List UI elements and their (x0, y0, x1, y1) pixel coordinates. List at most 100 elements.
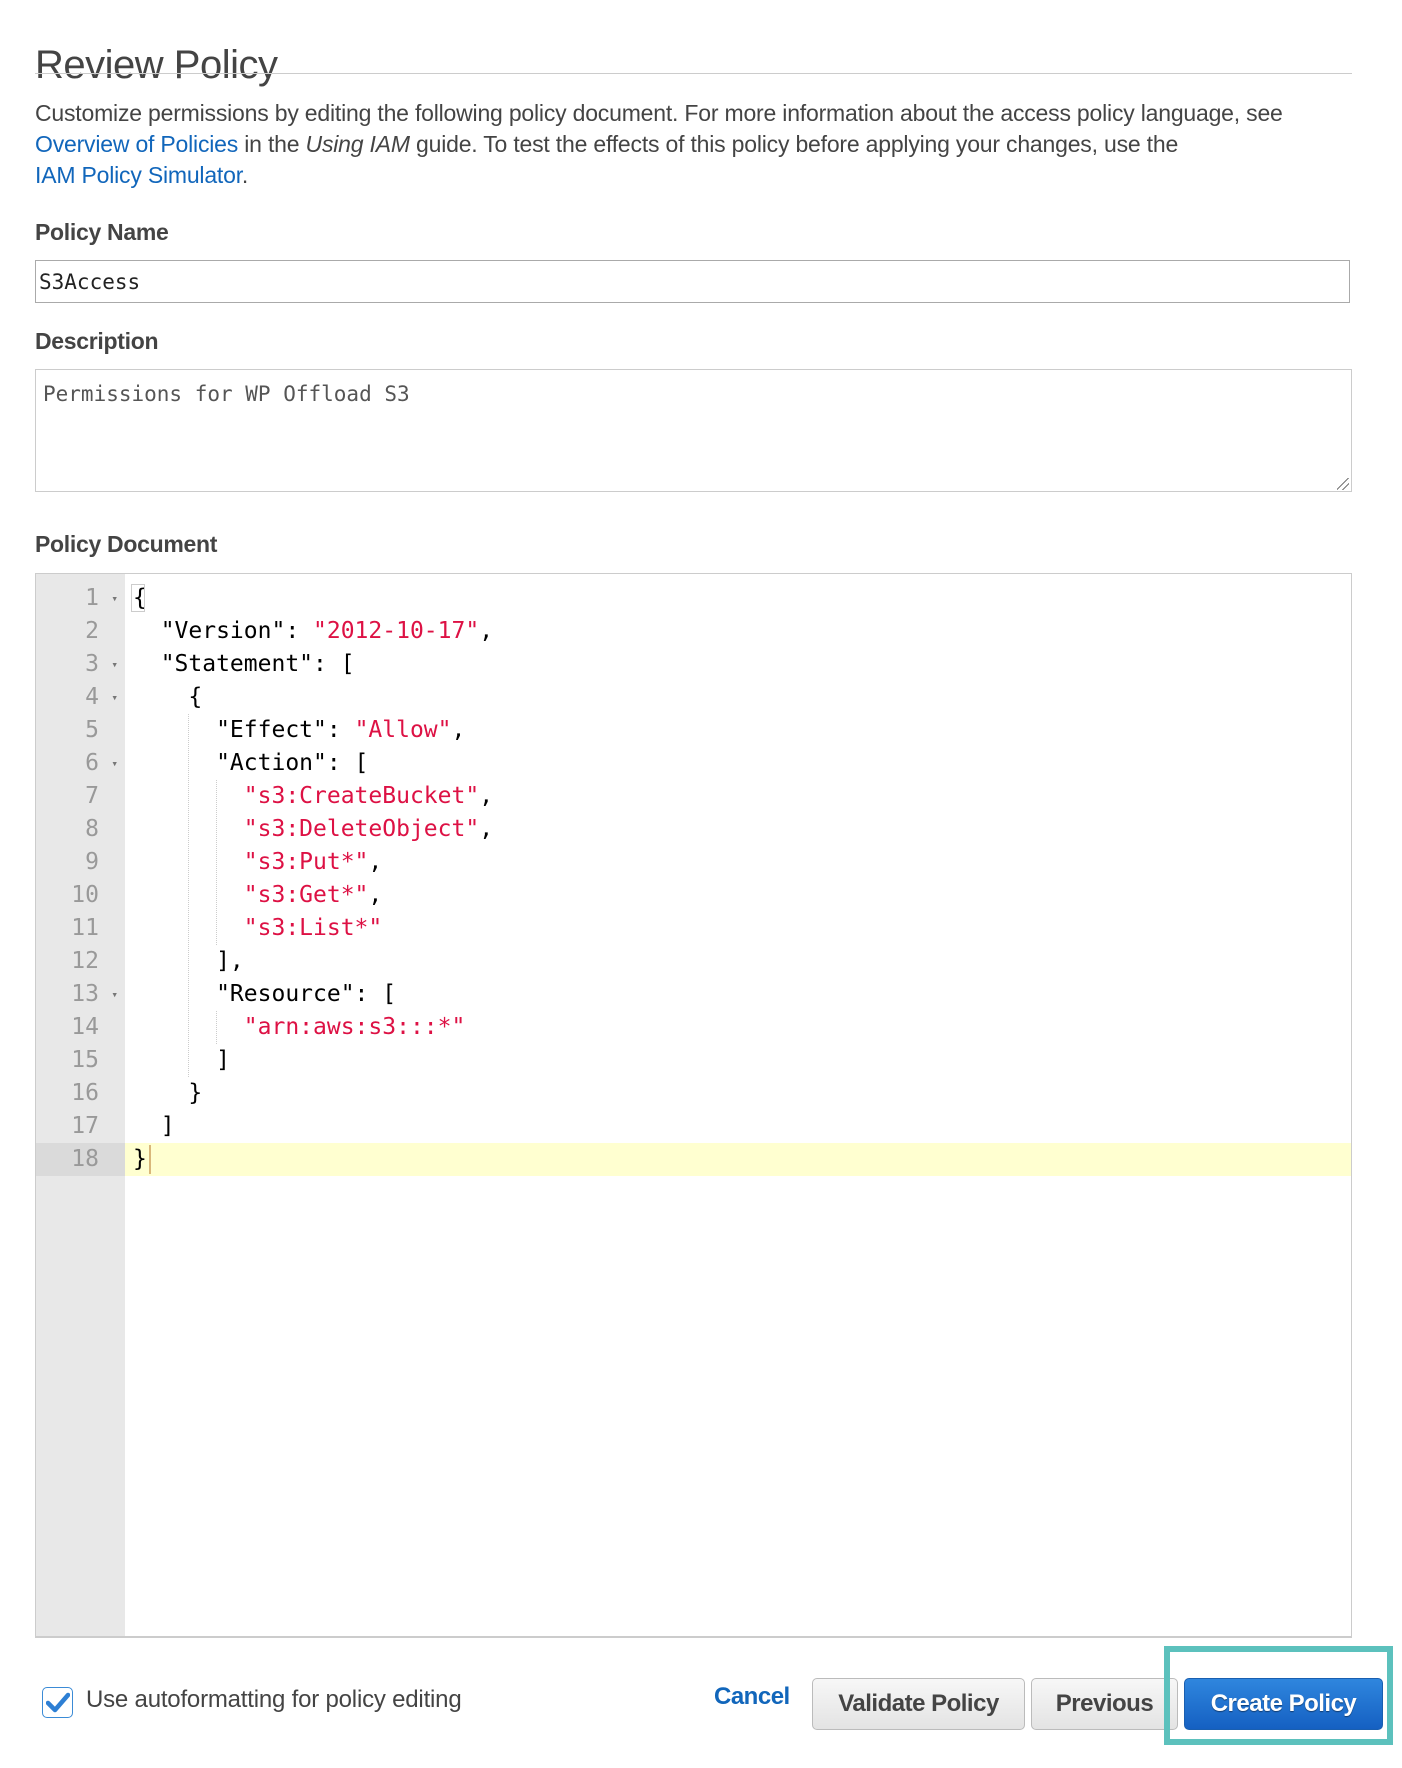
string-token: "s3:List*" (243, 915, 383, 941)
fold-arrow-icon[interactable]: ▾ (111, 648, 118, 681)
fold-arrow-icon[interactable]: ▾ (111, 978, 118, 1011)
code-token: ] (133, 1113, 175, 1139)
intro-text-4: . (241, 162, 249, 188)
line-number: 12 (71, 948, 99, 974)
validate-policy-button[interactable]: Validate Policy (812, 1678, 1025, 1730)
policy-document-editor[interactable]: 1 ▾{2 "Version": "2012-10-17", 3 ▾ "Stateme… (35, 573, 1352, 1638)
line-number: 1 ▾ (36, 582, 125, 615)
resize-handle-icon[interactable] (1337, 478, 1349, 490)
line-number: 10 (71, 882, 99, 908)
code-text: "Statement": [ (133, 648, 355, 681)
code-line[interactable]: 7 "s3:CreateBucket", (36, 780, 1351, 813)
string-token: "s3:Get*" (243, 882, 369, 908)
policy-document-label: Policy Document (35, 531, 218, 557)
checkmark-icon (46, 1692, 70, 1713)
intro-text-1: Customize permissions by editing the fol… (35, 100, 1283, 126)
policy-name-label: Policy Name (35, 219, 169, 245)
line-number: 3 ▾ (36, 648, 125, 681)
code-line[interactable]: 15 ] (36, 1044, 1351, 1077)
guide-name: Using IAM (305, 131, 410, 157)
indent-guide (216, 1011, 217, 1044)
code-line[interactable]: 18} (36, 1143, 1351, 1176)
code-token: "Version": (133, 618, 314, 644)
create-policy-button[interactable]: Create Policy (1184, 1678, 1383, 1730)
code-text: "Resource": [ (133, 978, 396, 1011)
code-token: , (368, 849, 383, 875)
code-line[interactable]: 6 ▾ "Action": [ (36, 747, 1351, 780)
code-text: "s3:Get*", (133, 879, 382, 912)
code-text: "arn:aws:s3:::*" (133, 1011, 466, 1044)
code-token: "Statement": [ (133, 651, 355, 677)
code-text: "Version": "2012-10-17", (133, 615, 493, 648)
policy-name-input[interactable] (35, 260, 1350, 303)
line-number: 6 ▾ (36, 747, 125, 780)
code-token: , (451, 717, 466, 743)
iam-policy-simulator-link[interactable]: IAM Policy Simulator (35, 162, 242, 188)
code-line[interactable]: 10 "s3:Get*", (36, 879, 1351, 912)
code-token: { (133, 684, 203, 710)
code-line[interactable]: 4 ▾ { (36, 681, 1351, 714)
autoformat-label: Use autoformatting for policy editing (86, 1686, 462, 1713)
code-text: "Action": [ (133, 747, 368, 780)
line-number: 5 (85, 717, 99, 743)
text-caret (149, 1145, 151, 1174)
string-token: "Allow" (354, 717, 452, 743)
indent-guide (216, 780, 217, 945)
line-number: 17 (71, 1113, 99, 1139)
previous-button[interactable]: Previous (1031, 1678, 1178, 1730)
page-title: Review Policy (35, 42, 278, 87)
code-token: , (479, 816, 494, 842)
code-text: "s3:DeleteObject", (133, 813, 493, 846)
line-number: 13 ▾ (36, 978, 125, 1011)
overview-of-policies-link[interactable]: Overview of Policies (35, 131, 238, 157)
string-token: "s3:DeleteObject" (243, 816, 480, 842)
string-token: "s3:CreateBucket" (243, 783, 480, 809)
bracket-match-indicator (131, 584, 145, 612)
fold-arrow-icon[interactable]: ▾ (111, 747, 118, 780)
description-label: Description (35, 328, 159, 354)
code-text: "s3:Put*", (133, 846, 382, 879)
code-text: "Effect": "Allow", (133, 714, 465, 747)
description-textarea[interactable]: Permissions for WP Offload S3 (35, 369, 1352, 492)
line-number: 14 (71, 1014, 99, 1040)
intro-text-3: guide. To test the effects of this polic… (409, 131, 1179, 157)
string-token: "arn:aws:s3:::*" (243, 1014, 466, 1040)
code-token: "Resource": [ (133, 981, 397, 1007)
code-token: , (479, 618, 494, 644)
code-text: ] (133, 1110, 175, 1143)
code-line[interactable]: 5 "Effect": "Allow", (36, 714, 1351, 747)
fold-arrow-icon[interactable]: ▾ (111, 681, 118, 714)
autoformat-checkbox[interactable] (42, 1687, 73, 1718)
code-line[interactable]: 17 ] (36, 1110, 1351, 1143)
line-number: 8 (85, 816, 99, 842)
indent-guide (188, 714, 189, 1077)
code-line[interactable]: 8 "s3:DeleteObject", (36, 813, 1351, 846)
code-line[interactable]: 16 } (36, 1077, 1351, 1110)
code-token: "Effect": (133, 717, 355, 743)
code-line[interactable]: 9 "s3:Put*", (36, 846, 1351, 879)
line-number: 7 (85, 783, 99, 809)
line-number: 18 (36, 1143, 125, 1176)
code-line[interactable]: 12 ], (36, 945, 1351, 978)
intro-text: Customize permissions by editing the fol… (35, 98, 1365, 191)
fold-arrow-icon[interactable]: ▾ (111, 582, 118, 615)
code-line[interactable]: 13 ▾ "Resource": [ (36, 978, 1351, 1011)
code-line[interactable]: 2 "Version": "2012-10-17", (36, 615, 1351, 648)
code-line[interactable]: 3 ▾ "Statement": [ (36, 648, 1351, 681)
code-line[interactable]: 14 "arn:aws:s3:::*" (36, 1011, 1351, 1044)
code-token: , (479, 783, 494, 809)
code-text: "s3:CreateBucket", (133, 780, 493, 813)
line-number: 15 (71, 1047, 99, 1073)
title-divider (35, 73, 1352, 74)
code-token: } (133, 1146, 147, 1172)
line-number: 11 (71, 915, 99, 941)
cancel-button[interactable]: Cancel (714, 1683, 790, 1711)
line-number: 16 (71, 1080, 99, 1106)
code-line[interactable]: 11 "s3:List*" (36, 912, 1351, 945)
code-line[interactable]: 1 ▾{ (36, 582, 1351, 615)
code-token: , (368, 882, 383, 908)
code-text: "s3:List*" (133, 912, 382, 945)
string-token: "s3:Put*" (243, 849, 369, 875)
line-number: 9 (85, 849, 99, 875)
code-token: } (133, 1080, 203, 1106)
